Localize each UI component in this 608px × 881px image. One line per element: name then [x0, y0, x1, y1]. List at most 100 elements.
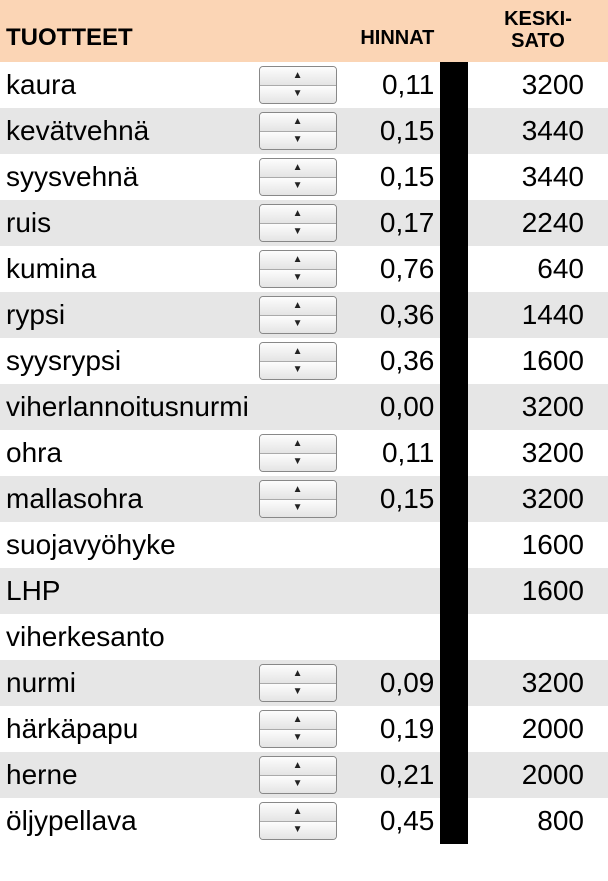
- spinner-down-icon[interactable]: ▼: [260, 500, 336, 518]
- product-price: 0,09: [342, 660, 440, 706]
- product-name: viherkesanto: [0, 614, 253, 660]
- spinner-cell: [253, 522, 342, 568]
- price-spinner[interactable]: ▲▼: [259, 756, 337, 794]
- price-spinner[interactable]: ▲▼: [259, 158, 337, 196]
- price-spinner[interactable]: ▲▼: [259, 66, 337, 104]
- product-yield: 3200: [468, 430, 608, 476]
- spinner-down-icon[interactable]: ▼: [260, 224, 336, 242]
- price-spinner[interactable]: ▲▼: [259, 664, 337, 702]
- price-spinner[interactable]: ▲▼: [259, 710, 337, 748]
- header-spacer: [253, 0, 342, 62]
- header-keski-sato-line1: KESKI-: [504, 8, 572, 30]
- price-spinner[interactable]: ▲▼: [259, 296, 337, 334]
- spinner-up-icon[interactable]: ▲: [260, 665, 336, 684]
- spinner-cell: ▲▼: [253, 246, 342, 292]
- spinner-up-icon[interactable]: ▲: [260, 343, 336, 362]
- spinner-up-icon[interactable]: ▲: [260, 481, 336, 500]
- price-spinner[interactable]: ▲▼: [259, 112, 337, 150]
- spinner-up-icon[interactable]: ▲: [260, 205, 336, 224]
- product-yield: 640: [468, 246, 608, 292]
- column-separator: [440, 154, 468, 200]
- product-yield: 1600: [468, 338, 608, 384]
- product-price: 0,45: [342, 798, 440, 844]
- spinner-down-icon[interactable]: ▼: [260, 86, 336, 104]
- header-separator: [440, 0, 468, 62]
- spinner-up-icon[interactable]: ▲: [260, 159, 336, 178]
- product-price: 0,21: [342, 752, 440, 798]
- spinner-down-icon[interactable]: ▼: [260, 684, 336, 702]
- column-separator: [440, 62, 468, 108]
- product-name: kumina: [0, 246, 253, 292]
- spinner-up-icon[interactable]: ▲: [260, 803, 336, 822]
- product-name: kevätvehnä: [0, 108, 253, 154]
- product-price: 0,15: [342, 108, 440, 154]
- product-price: 0,11: [342, 62, 440, 108]
- product-name: öljypellava: [0, 798, 253, 844]
- product-yield: 1600: [468, 568, 608, 614]
- price-spinner[interactable]: ▲▼: [259, 802, 337, 840]
- spinner-up-icon[interactable]: ▲: [260, 113, 336, 132]
- spinner-down-icon[interactable]: ▼: [260, 822, 336, 840]
- table-row: suojavyöhyke1600: [0, 522, 608, 568]
- spinner-cell: [253, 384, 342, 430]
- spinner-up-icon[interactable]: ▲: [260, 297, 336, 316]
- column-separator: [440, 246, 468, 292]
- column-separator: [440, 200, 468, 246]
- product-name: herne: [0, 752, 253, 798]
- table-row: kumina▲▼0,76640: [0, 246, 608, 292]
- product-yield: 1440: [468, 292, 608, 338]
- table-row: viherkesanto: [0, 614, 608, 660]
- spinner-up-icon[interactable]: ▲: [260, 67, 336, 86]
- spinner-down-icon[interactable]: ▼: [260, 362, 336, 380]
- product-price: 0,19: [342, 706, 440, 752]
- column-separator: [440, 660, 468, 706]
- product-price: 0,17: [342, 200, 440, 246]
- spinner-down-icon[interactable]: ▼: [260, 132, 336, 150]
- column-separator: [440, 430, 468, 476]
- spinner-cell: ▲▼: [253, 62, 342, 108]
- column-separator: [440, 338, 468, 384]
- product-name: nurmi: [0, 660, 253, 706]
- table-header-row: TUOTTEET HINNAT KESKI- SATO: [0, 0, 608, 62]
- spinner-down-icon[interactable]: ▼: [260, 776, 336, 794]
- price-spinner[interactable]: ▲▼: [259, 204, 337, 242]
- price-spinner[interactable]: ▲▼: [259, 250, 337, 288]
- spinner-down-icon[interactable]: ▼: [260, 316, 336, 334]
- spinner-cell: ▲▼: [253, 154, 342, 200]
- product-yield: 2240: [468, 200, 608, 246]
- table-row: syysvehnä▲▼0,153440: [0, 154, 608, 200]
- spinner-up-icon[interactable]: ▲: [260, 711, 336, 730]
- product-yield: 3200: [468, 476, 608, 522]
- table-row: herne▲▼0,212000: [0, 752, 608, 798]
- product-price: 0,15: [342, 154, 440, 200]
- price-spinner[interactable]: ▲▼: [259, 342, 337, 380]
- spinner-down-icon[interactable]: ▼: [260, 178, 336, 196]
- spinner-up-icon[interactable]: ▲: [260, 435, 336, 454]
- table-row: öljypellava▲▼0,45800: [0, 798, 608, 844]
- header-hinnat: HINNAT: [342, 0, 440, 62]
- header-keski-sato-line2: SATO: [511, 30, 565, 52]
- product-price: 0,15: [342, 476, 440, 522]
- header-keski-sato: KESKI- SATO: [468, 0, 608, 62]
- column-separator: [440, 568, 468, 614]
- product-yield: 2000: [468, 706, 608, 752]
- product-name: syysvehnä: [0, 154, 253, 200]
- column-separator: [440, 798, 468, 844]
- spinner-down-icon[interactable]: ▼: [260, 270, 336, 288]
- product-name: syysrypsi: [0, 338, 253, 384]
- table-row: nurmi▲▼0,093200: [0, 660, 608, 706]
- table-row: kevätvehnä▲▼0,153440: [0, 108, 608, 154]
- product-yield: 3440: [468, 108, 608, 154]
- spinner-up-icon[interactable]: ▲: [260, 757, 336, 776]
- spinner-up-icon[interactable]: ▲: [260, 251, 336, 270]
- price-spinner[interactable]: ▲▼: [259, 480, 337, 518]
- price-spinner[interactable]: ▲▼: [259, 434, 337, 472]
- product-yield: 3200: [468, 384, 608, 430]
- column-separator: [440, 108, 468, 154]
- product-yield: 2000: [468, 752, 608, 798]
- table-row: härkäpapu▲▼0,192000: [0, 706, 608, 752]
- spinner-cell: ▲▼: [253, 706, 342, 752]
- spinner-down-icon[interactable]: ▼: [260, 730, 336, 748]
- product-price: 0,00: [342, 384, 440, 430]
- spinner-down-icon[interactable]: ▼: [260, 454, 336, 472]
